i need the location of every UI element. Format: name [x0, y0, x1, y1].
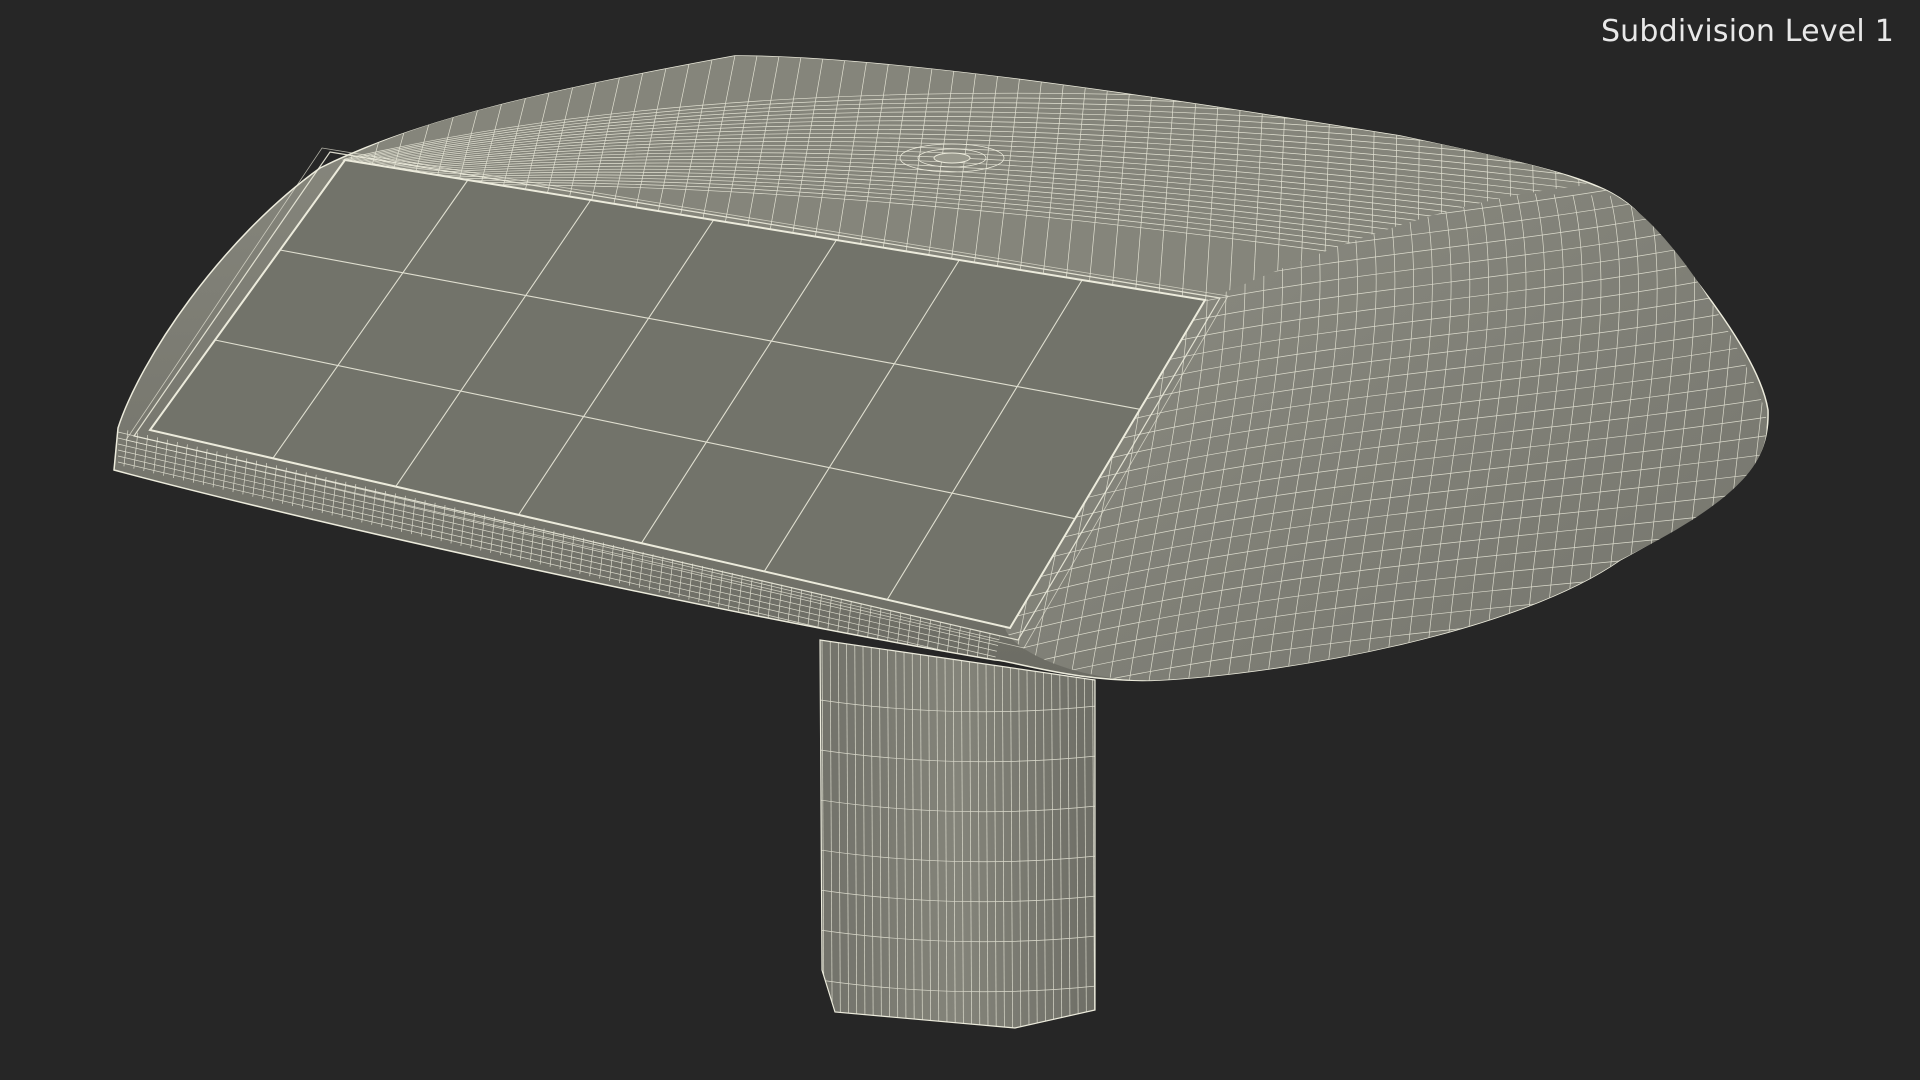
viewport: Subdivision Level 1: [0, 0, 1920, 1080]
subdivision-level-label: Subdivision Level 1: [1600, 14, 1894, 49]
stem-body: [819, 639, 1096, 1029]
road-stud-wireframe-model: [113, 55, 1769, 1029]
